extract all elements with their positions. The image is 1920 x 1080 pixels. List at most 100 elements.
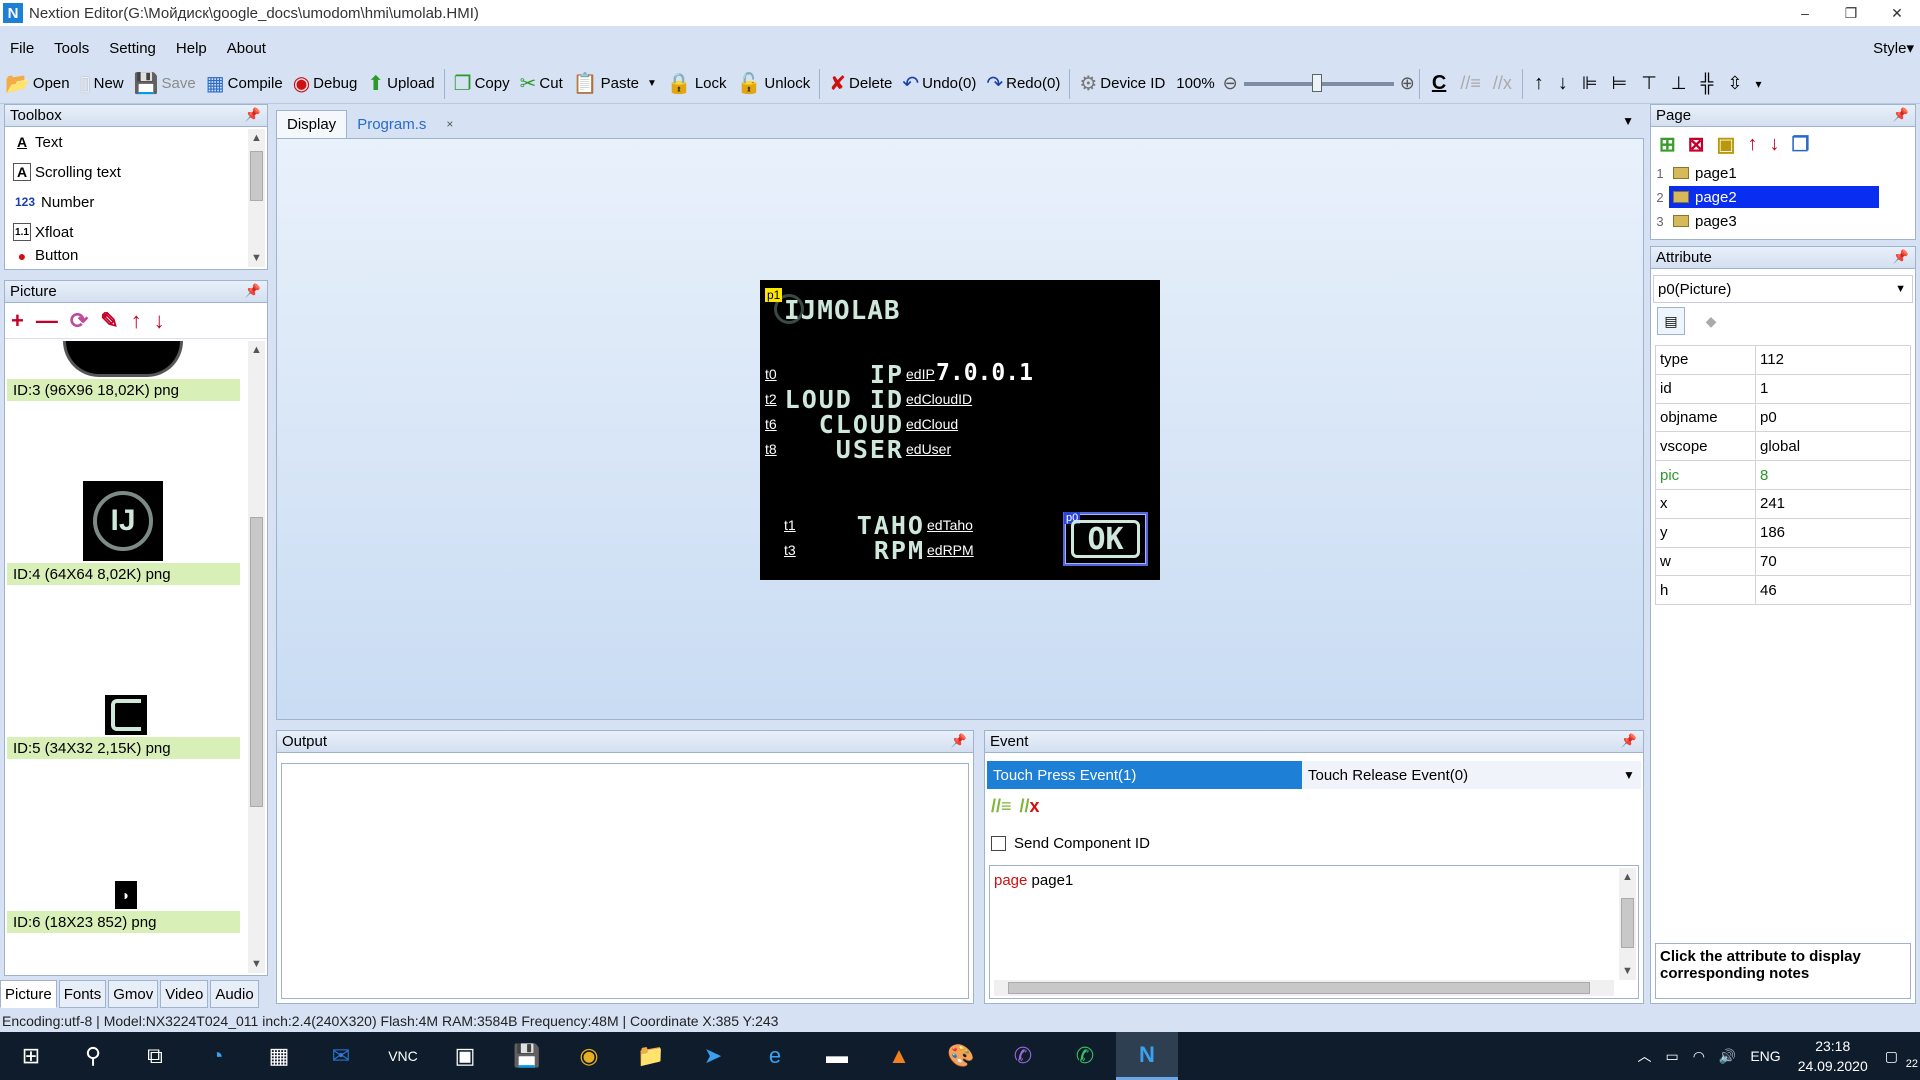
- windows-start-icon[interactable]: ⊞: [0, 1032, 62, 1080]
- align-bottom-icon[interactable]: ⊥: [1671, 73, 1687, 94]
- open-button[interactable]: 📂 Open: [0, 68, 75, 100]
- object-select[interactable]: p0(Picture) ▼: [1653, 275, 1913, 303]
- insert-page-icon[interactable]: ▣: [1717, 132, 1736, 157]
- picture-item[interactable]: ID:3 (96X96 18,02K) png: [7, 379, 240, 401]
- hmi-field[interactable]: edUser: [906, 441, 951, 457]
- attribute-value[interactable]: 112: [1755, 345, 1911, 375]
- attribute-row[interactable]: objname p0: [1655, 402, 1911, 433]
- picture-thumbnail[interactable]: [105, 695, 147, 735]
- categorized-view-icon[interactable]: ▤: [1657, 307, 1685, 335]
- comment-icon[interactable]: //≡: [991, 796, 1012, 817]
- picture-thumbnail[interactable]: ◗: [115, 881, 137, 909]
- pin-icon[interactable]: 📌: [1621, 733, 1637, 749]
- delete-page-icon[interactable]: ⊠: [1688, 132, 1705, 157]
- attribute-row[interactable]: y 186: [1655, 517, 1911, 548]
- page-item[interactable]: 3 page3: [1651, 209, 1915, 233]
- add-page-icon[interactable]: ⊞: [1659, 132, 1676, 157]
- c-icon[interactable]: C: [1432, 72, 1446, 95]
- attribute-value[interactable]: 186: [1755, 517, 1911, 548]
- language-indicator[interactable]: ENG: [1743, 1048, 1787, 1064]
- toolbox-item-xfloat[interactable]: 1.1 Xfloat: [5, 217, 267, 247]
- hmi-field[interactable]: edRPM: [927, 542, 974, 558]
- tab-touch-press[interactable]: Touch Press Event(1): [987, 761, 1302, 789]
- tab-program[interactable]: Program.s ×: [347, 110, 463, 138]
- redo-button[interactable]: ↷ Redo(0): [981, 68, 1065, 100]
- upload-button[interactable]: ⬆ Upload: [362, 68, 439, 100]
- viber-icon[interactable]: ✆: [992, 1032, 1054, 1080]
- move-up-icon[interactable]: ↑: [131, 308, 142, 334]
- hmi-field[interactable]: edTaho: [927, 517, 973, 533]
- vlc-icon[interactable]: ▲: [868, 1032, 930, 1080]
- scroll-down-icon[interactable]: ▼: [248, 249, 265, 267]
- wifi-icon[interactable]: ◠: [1686, 1048, 1712, 1065]
- tab-gmov[interactable]: Gmov: [108, 980, 159, 1008]
- align-left-icon[interactable]: ⊫: [1582, 73, 1598, 94]
- hmi-field[interactable]: edIP: [906, 366, 935, 382]
- nextion-taskbar-icon[interactable]: N: [1116, 1032, 1178, 1080]
- scroll-thumb[interactable]: [1008, 982, 1590, 994]
- zoom-slider-thumb[interactable]: [1311, 73, 1322, 92]
- copy-page-icon[interactable]: ❐: [1791, 132, 1809, 157]
- scroll-up-icon[interactable]: ▲: [248, 341, 265, 359]
- bring-front-icon[interactable]: ↑: [1534, 72, 1544, 95]
- tab-display[interactable]: Display: [276, 110, 348, 138]
- toolbox-item-scrolling-text[interactable]: A Scrolling text: [5, 157, 267, 187]
- move-down-icon[interactable]: ↓: [154, 308, 165, 334]
- battery-icon[interactable]: ▭: [1658, 1048, 1685, 1065]
- paste-dropdown-icon[interactable]: ▼: [647, 78, 657, 89]
- picture-item[interactable]: ID:5 (34X32 2,15K) png: [7, 737, 240, 759]
- telegram-icon[interactable]: ➤: [682, 1032, 744, 1080]
- attribute-value[interactable]: p0: [1755, 402, 1911, 433]
- save-button[interactable]: 💾 Save: [129, 68, 201, 100]
- menu-about[interactable]: About: [217, 40, 276, 57]
- close-tab-icon[interactable]: ×: [446, 117, 453, 131]
- chrome-icon[interactable]: ◉: [558, 1032, 620, 1080]
- attribute-value[interactable]: global: [1755, 431, 1911, 462]
- picture-thumbnail[interactable]: [63, 341, 183, 377]
- page-item[interactable]: 1 page1: [1651, 161, 1915, 185]
- ie-icon[interactable]: e: [744, 1032, 806, 1080]
- tray-chevron-icon[interactable]: ︿: [1630, 1046, 1658, 1066]
- hmi-field[interactable]: edCloudID: [906, 391, 972, 407]
- ok-picture-component[interactable]: p0 OK: [1063, 512, 1148, 566]
- remove-picture-icon[interactable]: —: [36, 308, 58, 334]
- zoom-out-icon[interactable]: ⊖: [1223, 73, 1238, 94]
- calculator-icon[interactable]: ▦: [248, 1032, 310, 1080]
- outlook-icon[interactable]: ✉: [310, 1032, 372, 1080]
- scroll-down-icon[interactable]: ▼: [1619, 962, 1636, 980]
- attribute-row[interactable]: w 70: [1655, 546, 1911, 577]
- move-up-icon[interactable]: ↑: [1747, 133, 1757, 156]
- new-button[interactable]: ▯ New: [75, 68, 129, 100]
- debug-button[interactable]: ◉ Debug: [288, 68, 363, 100]
- picture-item[interactable]: ID:4 (64X64 8,02K) png: [7, 563, 240, 585]
- zoom-slider[interactable]: [1243, 73, 1394, 92]
- picture-scrollbar[interactable]: ▲ ▼: [248, 341, 265, 973]
- send-component-id-option[interactable]: Send Component ID: [991, 835, 1150, 852]
- page-item[interactable]: 2 page2: [1651, 185, 1915, 209]
- whatsapp-icon[interactable]: ✆: [1054, 1032, 1116, 1080]
- center-v-icon[interactable]: ⇳: [1727, 73, 1742, 94]
- hmi-page-preview[interactable]: IJMOLAB p1 t0 IP edIP 7.0.0.1 t2 LOUD ID…: [760, 280, 1160, 580]
- attribute-value[interactable]: 241: [1755, 488, 1911, 519]
- hmi-label[interactable]: USER: [800, 435, 904, 464]
- send-component-id-checkbox[interactable]: [991, 836, 1006, 851]
- center-h-icon[interactable]: ╬: [1701, 73, 1714, 94]
- scroll-thumb[interactable]: [250, 517, 263, 807]
- toolbar-more-icon[interactable]: ▾: [1755, 77, 1761, 91]
- paste-button[interactable]: 📋 Paste ▼: [568, 68, 662, 100]
- send-back-icon[interactable]: ↓: [1558, 72, 1568, 95]
- attribute-row[interactable]: x 241: [1655, 488, 1911, 519]
- event-view-icon[interactable]: ◆: [1697, 307, 1725, 335]
- network-app-icon[interactable]: ▣: [434, 1032, 496, 1080]
- clock[interactable]: 23:18 24.09.2020: [1788, 1036, 1878, 1076]
- restore-button[interactable]: ❐: [1828, 0, 1874, 26]
- attribute-row[interactable]: type 112: [1655, 345, 1911, 375]
- device-id-button[interactable]: ⚙ Device ID: [1074, 68, 1170, 100]
- tab-video[interactable]: Video: [160, 980, 209, 1008]
- hmi-text-id[interactable]: t8: [765, 441, 777, 457]
- unlock-button[interactable]: 🔓 Unlock: [732, 68, 816, 100]
- align-top-icon[interactable]: ⊤: [1641, 73, 1657, 94]
- edit-picture-icon[interactable]: ✎: [100, 308, 118, 334]
- toolbox-item-text[interactable]: A Text: [5, 127, 267, 157]
- attribute-row[interactable]: pic 8: [1655, 460, 1911, 490]
